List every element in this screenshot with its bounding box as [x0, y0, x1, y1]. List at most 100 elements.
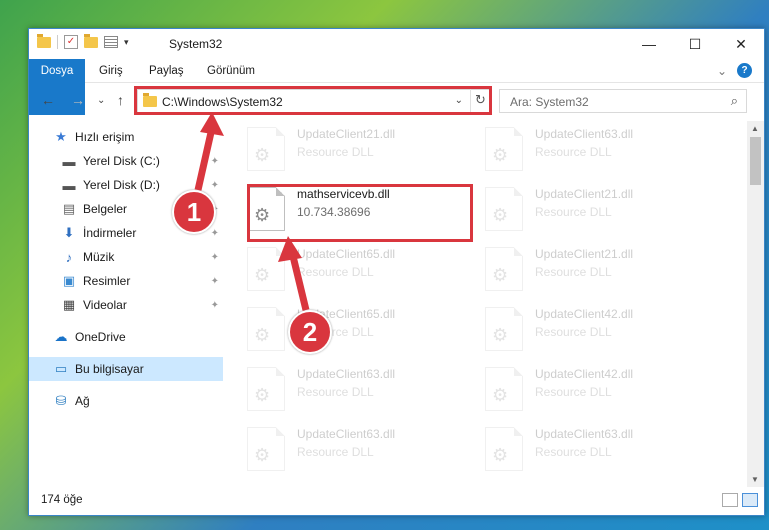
sidebar-item-videos[interactable]: ▦ Videolar ✦	[29, 293, 223, 317]
star-icon: ★	[55, 129, 67, 144]
file-item[interactable]: ⚙ UpdateClient21.dll Resource DLL	[223, 121, 453, 177]
sidebar-item-label: Yerel Disk (D:)	[83, 178, 160, 192]
tab-home[interactable]: Giriş	[87, 59, 135, 83]
scroll-down-icon[interactable]: ▼	[751, 475, 759, 484]
file-item[interactable]: ⚙ UpdateClient21.dll Resource DLL	[461, 241, 691, 297]
gear-icon: ⚙	[492, 325, 509, 345]
search-icon[interactable]: ⌕	[731, 93, 738, 109]
file-description: Resource DLL	[535, 445, 612, 459]
file-item[interactable]: ⚙ UpdateClient63.dll Resource DLL	[223, 421, 453, 477]
details-view-icon[interactable]	[722, 493, 738, 507]
file-description: Resource DLL	[535, 145, 612, 159]
file-description: Resource DLL	[297, 265, 374, 279]
gear-icon: ⚙	[254, 445, 271, 465]
sidebar-item-label: Müzik	[83, 250, 115, 264]
file-item[interactable]: ⚙ UpdateClient65.dll Resource DLL	[223, 301, 453, 357]
download-icon: ⬇	[63, 225, 75, 240]
file-item[interactable]: ⚙ UpdateClient42.dll Resource DLL	[461, 301, 691, 357]
file-item[interactable]: ⚙ UpdateClient65.dll Resource DLL	[223, 241, 453, 297]
scrollbar-thumb[interactable]	[750, 137, 761, 185]
step-callout-2: 2	[288, 310, 332, 354]
dll-file-icon: ⚙	[247, 127, 285, 171]
new-folder-icon[interactable]	[84, 33, 98, 48]
pin-icon[interactable]: ✦	[211, 276, 219, 287]
network-icon: ⛁	[55, 393, 67, 408]
sidebar-item-label: Ağ	[75, 394, 90, 408]
video-icon: ▦	[62, 297, 76, 312]
dll-file-icon: ⚙	[485, 127, 523, 171]
sidebar-item-label: Yerel Disk (C:)	[83, 154, 160, 168]
properties-icon[interactable]	[104, 36, 118, 48]
sidebar-item-label: Videolar	[83, 298, 127, 312]
file-name: UpdateClient65.dll	[297, 247, 396, 261]
up-button[interactable]: ↑	[117, 92, 124, 108]
tab-share[interactable]: Paylaş	[137, 59, 196, 83]
sidebar-item-music[interactable]: ♪ Müzik ✦	[29, 245, 223, 269]
gear-icon: ⚙	[492, 445, 509, 465]
file-description: Resource DLL	[297, 445, 374, 459]
status-bar: 174 öğe	[29, 487, 764, 515]
file-list: ⚙ UpdateClient21.dll Resource DLL ⚙ Upda…	[223, 121, 739, 477]
quick-access-toolbar: ✓ ▾	[37, 33, 129, 49]
gear-icon: ⚙	[492, 265, 509, 285]
file-item[interactable]: ⚙ UpdateClient42.dll Resource DLL	[461, 361, 691, 417]
file-item[interactable]: ⚙ UpdateClient63.dll Resource DLL	[223, 361, 453, 417]
file-item[interactable]: ⚙ UpdateClient63.dll Resource DLL	[461, 421, 691, 477]
back-button[interactable]: ←	[41, 92, 55, 108]
properties-check-icon[interactable]: ✓	[64, 35, 78, 49]
file-name: UpdateClient63.dll	[535, 127, 634, 141]
sidebar-item-pictures[interactable]: ▣ Resimler ✦	[29, 269, 223, 293]
dll-file-icon: ⚙	[485, 247, 523, 291]
computer-icon: ▭	[54, 361, 68, 376]
sidebar-item-network[interactable]: ⛁ Ağ	[29, 389, 223, 413]
sidebar-item-label: Bu bilgisayar	[75, 362, 144, 376]
pin-icon[interactable]: ✦	[211, 252, 219, 263]
folder-icon[interactable]	[37, 33, 51, 48]
view-toggle	[722, 493, 758, 507]
file-description: Resource DLL	[535, 385, 612, 399]
sidebar-item-onedrive[interactable]: ☁ OneDrive	[29, 325, 223, 349]
drive-icon: ▬	[62, 153, 76, 169]
file-item[interactable]: ⚙ UpdateClient21.dll Resource DLL	[461, 181, 691, 237]
sidebar-item-this-pc[interactable]: ▭ Bu bilgisayar	[29, 357, 223, 381]
minimize-button[interactable]: —	[626, 29, 672, 59]
sidebar-item-drive-c[interactable]: ▬ Yerel Disk (C:) ✦	[29, 149, 223, 173]
file-description: Resource DLL	[535, 325, 612, 339]
sidebar-item-label: OneDrive	[75, 330, 126, 344]
gear-icon: ⚙	[254, 385, 271, 405]
sidebar-item-quick-access[interactable]: ★ Hızlı erişim	[29, 125, 223, 149]
file-name: UpdateClient63.dll	[297, 367, 396, 381]
navigation-pane: ★ Hızlı erişim ▬ Yerel Disk (C:) ✦ ▬ Yer…	[29, 121, 223, 477]
pin-icon[interactable]: ✦	[211, 228, 219, 239]
maximize-button[interactable]: ☐	[672, 29, 718, 59]
tab-view[interactable]: Görünüm	[195, 59, 267, 83]
vertical-scrollbar[interactable]: ▲ ▼	[747, 121, 764, 487]
tiles-view-icon[interactable]	[742, 493, 758, 507]
address-bar-highlight	[134, 86, 492, 115]
scroll-up-icon[interactable]: ▲	[751, 124, 759, 133]
recent-locations-icon[interactable]: ⌄	[97, 95, 105, 106]
ribbon-right-controls: ⌄ ?	[717, 63, 752, 78]
file-name: UpdateClient42.dll	[535, 307, 634, 321]
gear-icon: ⚙	[254, 145, 271, 165]
close-button[interactable]: ✕	[718, 29, 764, 59]
search-box[interactable]: Ara: System32 ⌕	[499, 89, 747, 113]
pin-icon[interactable]: ✦	[211, 300, 219, 311]
forward-button[interactable]: →	[71, 92, 85, 108]
customize-toolbar-dropdown-icon[interactable]: ▾	[124, 37, 129, 48]
ribbon-collapse-icon[interactable]: ⌄	[717, 64, 727, 78]
dll-file-icon: ⚙	[485, 307, 523, 351]
sidebar-item-label: Belgeler	[83, 202, 128, 216]
gear-icon: ⚙	[492, 385, 509, 405]
file-name: UpdateClient21.dll	[535, 247, 634, 261]
file-description: Resource DLL	[535, 205, 612, 219]
search-placeholder: Ara: System32	[510, 95, 589, 109]
file-name: UpdateClient42.dll	[535, 367, 634, 381]
documents-icon: ▤	[62, 201, 76, 216]
title-bar: ✓ ▾ System32 — ☐ ✕	[29, 29, 764, 59]
help-icon[interactable]: ?	[737, 63, 752, 78]
file-item[interactable]: ⚙ UpdateClient63.dll Resource DLL	[461, 121, 691, 177]
file-name: UpdateClient21.dll	[535, 187, 634, 201]
pin-icon[interactable]: ✦	[211, 156, 219, 167]
pin-icon[interactable]: ✦	[211, 180, 219, 191]
